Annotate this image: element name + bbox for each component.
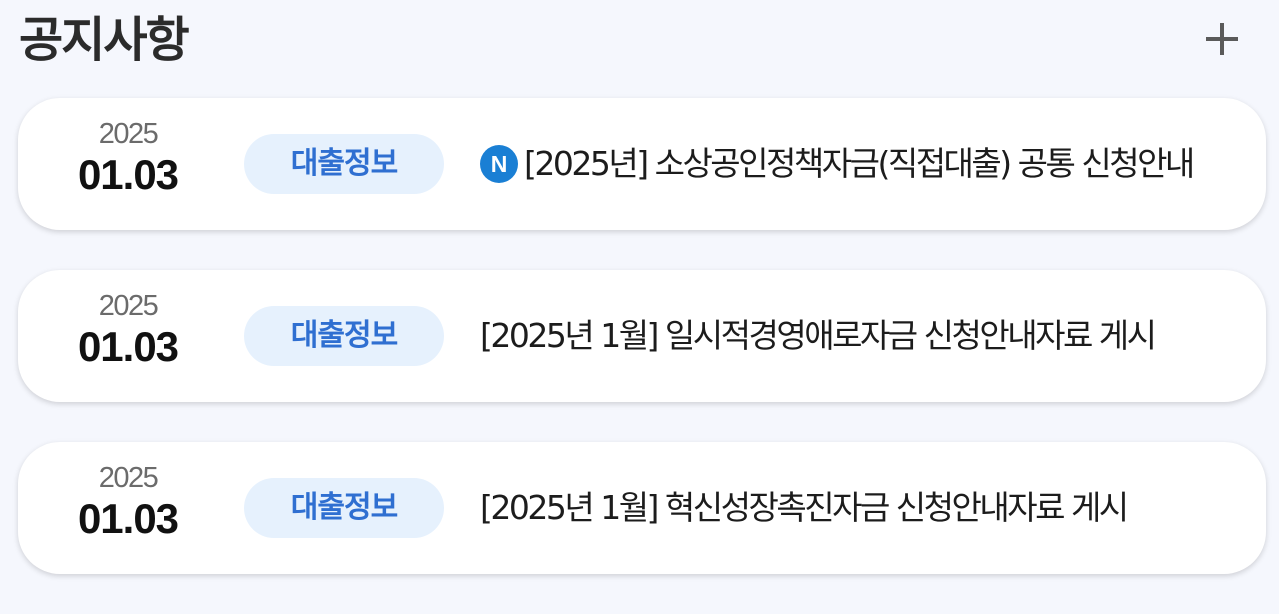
notice-title[interactable]: [2025년 1월] 일시적경영애로자금 신청안내자료 게시 xyxy=(480,306,1240,366)
notice-year: 2025 xyxy=(98,462,159,494)
notice-header: 공지사항 xyxy=(0,0,1279,90)
notice-list: 2025 01.03 대출정보 N [2025년] 소상공인정책자금(직접대출)… xyxy=(18,98,1266,614)
more-button[interactable] xyxy=(1198,15,1246,63)
page-title: 공지사항 xyxy=(19,12,190,68)
notice-date: 2025 01.03 xyxy=(58,462,198,544)
notice-item[interactable]: 2025 01.03 대출정보 [2025년 1월] 혁신성장촉진자금 신청안내… xyxy=(18,442,1266,574)
notice-title[interactable]: [2025년 1월] 혁신성장촉진자금 신청안내자료 게시 xyxy=(480,478,1240,538)
notice-item[interactable]: 2025 01.03 대출정보 [2025년 1월] 일시적경영애로자금 신청안… xyxy=(18,270,1266,402)
notice-title-wrap: N [2025년] 소상공인정책자금(직접대출) 공통 신청안내 xyxy=(480,134,1240,194)
plus-icon xyxy=(1206,23,1238,55)
category-badge: 대출정보 xyxy=(244,478,444,538)
category-badge: 대출정보 xyxy=(244,134,444,194)
notice-day: 01.03 xyxy=(77,323,179,370)
notice-title-wrap: [2025년 1월] 혁신성장촉진자금 신청안내자료 게시 xyxy=(480,478,1240,538)
notice-title[interactable]: [2025년] 소상공인정책자금(직접대출) 공통 신청안내 xyxy=(524,134,1240,194)
notice-title-wrap: [2025년 1월] 일시적경영애로자금 신청안내자료 게시 xyxy=(480,306,1240,366)
category-badge: 대출정보 xyxy=(244,306,444,366)
new-badge: N xyxy=(480,145,518,183)
notice-date: 2025 01.03 xyxy=(58,290,198,372)
notice-year: 2025 xyxy=(98,118,159,150)
notice-item[interactable]: 2025 01.03 대출정보 N [2025년] 소상공인정책자금(직접대출)… xyxy=(18,98,1266,230)
notice-day: 01.03 xyxy=(77,495,179,542)
notice-date: 2025 01.03 xyxy=(58,118,198,200)
notice-day: 01.03 xyxy=(77,151,179,198)
notice-year: 2025 xyxy=(98,290,159,322)
